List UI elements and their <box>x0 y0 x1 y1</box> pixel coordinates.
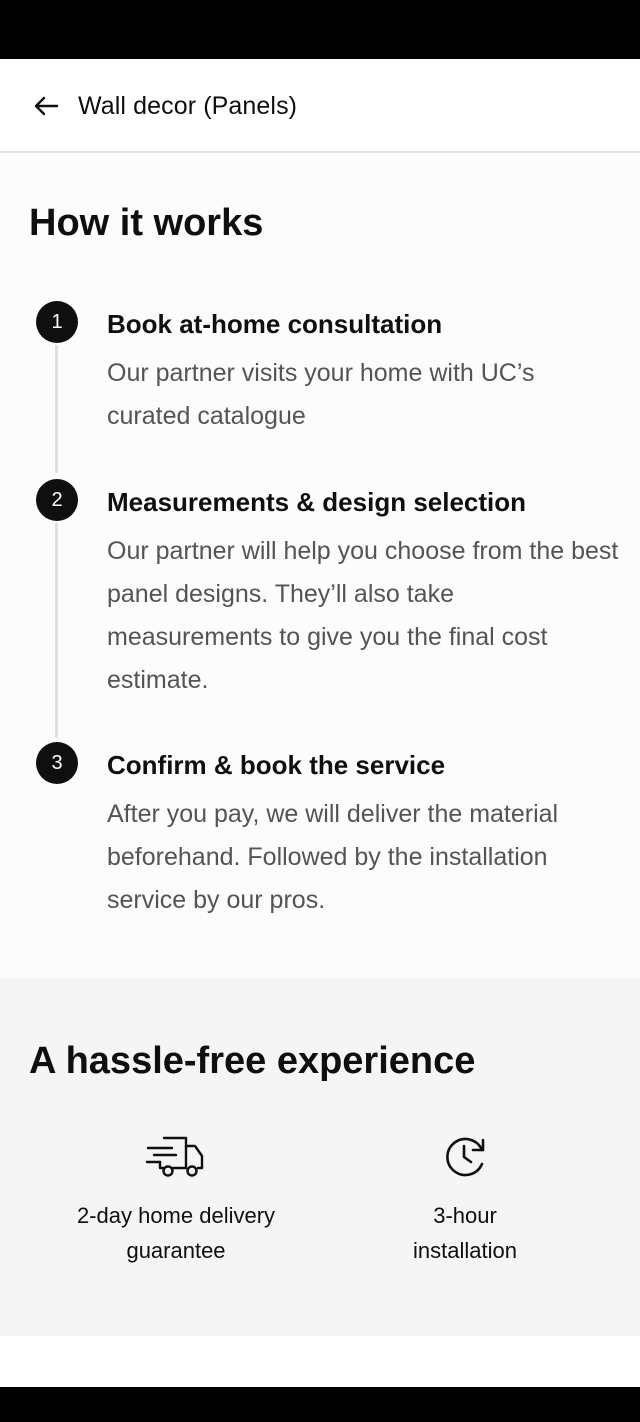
step-connector <box>55 523 58 738</box>
feature-label-line: guarantee <box>126 1238 226 1263</box>
section-title: A hassle-free experience <box>29 1040 476 1082</box>
step-description: After you pay, we will deliver the mater… <box>107 800 559 914</box>
navigation-bar <box>0 1387 640 1422</box>
hassle-free-section: A hassle-free experience 2-day home deli… <box>0 978 640 1336</box>
step-connector <box>55 345 58 473</box>
step-description: Our partner will help you choose from th… <box>107 537 619 694</box>
step-title: Book at-home consultation <box>107 309 443 339</box>
feature-label-line: 2-day home delivery <box>76 1203 276 1228</box>
page-title: Wall decor (Panels) <box>78 92 298 120</box>
section-title: How it works <box>29 202 264 244</box>
feature-item-delivery: 2-day home delivery guarantee <box>52 1134 300 1268</box>
feature-label-line: 3-hour <box>433 1203 497 1228</box>
top-bar: Wall decor (Panels) <box>0 59 640 153</box>
step-description: Our partner visits your home with UC’s c… <box>107 359 535 430</box>
delivery-truck-icon <box>146 1136 204 1177</box>
step-title: Confirm & book the service <box>107 750 446 780</box>
step-number-badge: 1 <box>36 301 78 343</box>
clock-icon <box>446 1137 485 1177</box>
step-title: Measurements & design selection <box>107 487 527 517</box>
feature-label-line: installation <box>413 1238 517 1263</box>
how-it-works-section: How it works 1 Book at-home consultation… <box>0 155 640 978</box>
step-number-badge: 2 <box>36 479 78 521</box>
feature-label: 3-hour installation <box>360 1198 570 1268</box>
step-number-badge: 3 <box>36 742 78 784</box>
feature-item-installation: 3-hour installation <box>360 1134 570 1268</box>
feature-label: 2-day home delivery guarantee <box>52 1198 300 1268</box>
arrow-left-icon <box>34 96 59 116</box>
status-bar <box>0 0 640 59</box>
back-button[interactable] <box>28 88 64 124</box>
